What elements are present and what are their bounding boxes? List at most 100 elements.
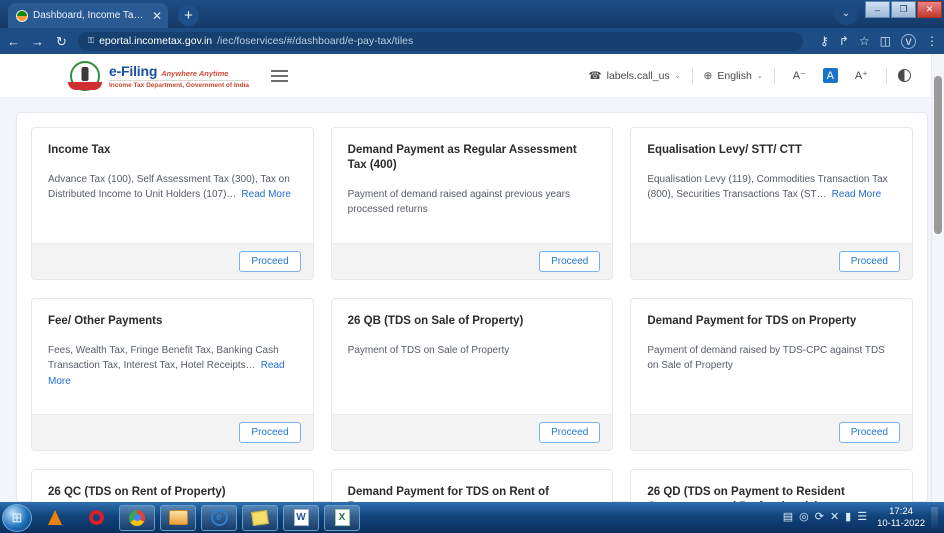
new-tab-button[interactable]: + bbox=[178, 5, 199, 26]
payment-tile-body: Demand Payment as Regular Assessment Tax… bbox=[332, 128, 613, 243]
payment-tile[interactable]: Fee/ Other Payments Fees, Wealth Tax, Fri… bbox=[31, 298, 314, 451]
payment-tile-title: 26 QB (TDS on Sale of Property) bbox=[347, 315, 524, 327]
site-logo[interactable]: e-Filing Anywhere Anytime Income Tax Dep… bbox=[68, 60, 250, 91]
url-host: eportal.incometax.gov.in bbox=[99, 35, 213, 47]
taskbar-item-internet-explorer[interactable]: e bbox=[201, 504, 237, 531]
taskbar-item-word[interactable]: W bbox=[283, 504, 319, 531]
sticky-note-icon bbox=[251, 509, 269, 526]
payment-tile-body: 26 QC (TDS on Rent of Property) bbox=[32, 470, 313, 502]
chevron-down-icon: ⌄ bbox=[756, 72, 763, 80]
close-window-button[interactable]: ✕ bbox=[917, 1, 942, 18]
address-input[interactable]: ⚿ eportal.incometax.gov.in/iec/foservice… bbox=[78, 31, 804, 51]
tray-icon-signal[interactable]: ☰ bbox=[857, 512, 867, 523]
maximize-button[interactable]: ❐ bbox=[891, 1, 916, 18]
language-menu[interactable]: ⊕ English ⌄ bbox=[693, 70, 774, 82]
tray-icon-volume-muted[interactable]: ✕ bbox=[830, 512, 839, 523]
payment-tile[interactable]: Income Tax Advance Tax (100), Self Assess… bbox=[31, 127, 314, 280]
payment-tile-description-text: Payment of TDS on Sale of Property bbox=[347, 344, 510, 356]
scrollbar-thumb[interactable] bbox=[934, 76, 942, 234]
proceed-button[interactable]: Proceed bbox=[239, 422, 301, 443]
tray-icon-shield[interactable]: ◎ bbox=[799, 512, 809, 523]
browser-titlebar: Dashboard, Income Tax Portal, G ✕ + ⌄ – … bbox=[0, 0, 944, 28]
taskbar-item-opera[interactable] bbox=[78, 505, 114, 531]
read-more-link[interactable]: Read More bbox=[241, 189, 290, 200]
taskbar-item-excel[interactable]: X bbox=[324, 504, 360, 531]
payment-tile-description: Equalisation Levy (119), Commodities Tra… bbox=[647, 172, 896, 203]
payment-tile-footer: Proceed bbox=[32, 243, 313, 279]
font-increase-button[interactable]: A⁺ bbox=[848, 69, 875, 82]
key-icon[interactable]: ⚷ bbox=[820, 35, 829, 47]
payment-tile-title: Equalisation Levy/ STT/ CTT bbox=[647, 144, 802, 156]
start-button[interactable]: ⊞ bbox=[2, 503, 32, 532]
site-header: e-Filing Anywhere Anytime Income Tax Dep… bbox=[0, 54, 944, 98]
font-decrease-button[interactable]: A⁻ bbox=[786, 69, 813, 82]
payment-tile[interactable]: 26 QC (TDS on Rent of Property)Proceed bbox=[31, 469, 314, 502]
payment-tile-footer: Proceed bbox=[331, 414, 613, 450]
taskbar-clock[interactable]: 17:24 10-11-2022 bbox=[873, 506, 925, 530]
page-scrollbar[interactable] bbox=[931, 54, 944, 502]
payment-tile[interactable]: Demand Payment as Regular Assessment Tax… bbox=[330, 127, 614, 280]
taskbar-item-file-explorer[interactable] bbox=[160, 504, 196, 531]
proceed-button[interactable]: Proceed bbox=[539, 422, 601, 443]
tab-close-icon[interactable]: ✕ bbox=[152, 10, 162, 22]
payment-tile-title: Demand Payment for TDS on Rent of Proper… bbox=[347, 486, 549, 502]
contrast-toggle[interactable] bbox=[887, 69, 922, 82]
payment-tile[interactable]: Demand Payment for TDS on Property Paymen… bbox=[630, 298, 913, 451]
contrast-icon bbox=[898, 69, 911, 82]
proceed-button[interactable]: Proceed bbox=[539, 251, 601, 272]
system-tray: ▤ ◎ ⟳ ✕ ▮ ☰ 17:24 10-11-2022 bbox=[783, 506, 944, 530]
share-icon[interactable]: ↱ bbox=[839, 35, 849, 47]
call-us-menu[interactable]: ☎ labels.call_us ⌄ bbox=[578, 70, 692, 82]
forward-icon[interactable]: → bbox=[30, 35, 45, 48]
browser-tab[interactable]: Dashboard, Income Tax Portal, G ✕ bbox=[8, 3, 168, 28]
payment-tile-body: Income Tax Advance Tax (100), Self Assess… bbox=[32, 128, 313, 243]
site-header-actions: ☎ labels.call_us ⌄ ⊕ English ⌄ A⁻ A A⁺ bbox=[578, 67, 922, 84]
payment-tile-title: 26 QC (TDS on Rent of Property) bbox=[48, 486, 226, 498]
tray-icon-sync[interactable]: ⟳ bbox=[815, 512, 824, 523]
proceed-button[interactable]: Proceed bbox=[838, 251, 900, 272]
minimize-button[interactable]: – bbox=[865, 1, 890, 18]
profile-avatar[interactable]: v bbox=[901, 33, 916, 49]
vlc-icon bbox=[48, 510, 62, 525]
payment-tile-body: 26 QB (TDS on Sale of Property) Payment o… bbox=[332, 299, 613, 414]
taskbar-item-vlc[interactable] bbox=[37, 505, 73, 531]
payment-tile-description: Payment of demand raised against previou… bbox=[348, 187, 597, 218]
payment-tile[interactable]: Equalisation Levy/ STT/ CTT Equalisation … bbox=[630, 127, 913, 280]
payment-tile[interactable]: 26 QB (TDS on Sale of Property) Payment o… bbox=[330, 298, 614, 451]
chevron-down-icon[interactable]: ⌄ bbox=[834, 1, 858, 25]
bookmark-star-icon[interactable]: ☆ bbox=[859, 35, 870, 47]
payment-tile-footer: Proceed bbox=[631, 243, 912, 279]
proceed-button[interactable]: Proceed bbox=[239, 251, 301, 272]
tiles-panel: Income Tax Advance Tax (100), Self Assess… bbox=[16, 112, 928, 502]
brand-title: e-Filing bbox=[109, 62, 158, 79]
taskbar-item-sticky-notes[interactable] bbox=[242, 504, 278, 531]
tab-favicon-icon bbox=[16, 9, 28, 22]
proceed-button[interactable]: Proceed bbox=[838, 422, 900, 443]
font-normal-button[interactable]: A bbox=[822, 68, 838, 83]
payment-tile-footer: Proceed bbox=[631, 414, 912, 450]
lock-icon: ⚿ bbox=[88, 36, 95, 45]
payment-tile-title: Income Tax bbox=[48, 144, 111, 156]
payment-tile[interactable]: 26 QD (TDS on Payment to Resident Contra… bbox=[630, 469, 913, 502]
side-panel-icon[interactable]: ◫ bbox=[880, 35, 891, 47]
tray-icon-app[interactable]: ▤ bbox=[783, 512, 793, 523]
payment-tile-title: Demand Payment as Regular Assessment Tax… bbox=[347, 144, 577, 171]
taskbar-item-chrome[interactable] bbox=[119, 504, 155, 531]
payment-tile-footer: Proceed bbox=[331, 243, 613, 279]
payment-tile-title: 26 QD (TDS on Payment to Resident Contra… bbox=[647, 486, 845, 502]
reload-icon[interactable]: ↻ bbox=[54, 35, 69, 48]
hamburger-menu-icon[interactable] bbox=[271, 69, 289, 82]
back-icon[interactable]: ← bbox=[6, 35, 21, 48]
language-label: English bbox=[717, 69, 752, 82]
browser-menu-icon[interactable]: ⋮ bbox=[926, 35, 938, 47]
payment-tile-title: Fee/ Other Payments bbox=[48, 315, 163, 327]
font-size-controls: A⁻ A A⁺ bbox=[775, 68, 886, 83]
show-desktop-button[interactable] bbox=[931, 506, 938, 529]
phone-icon: ☎ bbox=[588, 69, 602, 82]
payment-tile[interactable]: Demand Payment for TDS on Rent of Proper… bbox=[330, 469, 614, 502]
page-viewport: e-Filing Anywhere Anytime Income Tax Dep… bbox=[0, 54, 944, 502]
read-more-link[interactable]: Read More bbox=[832, 189, 881, 200]
tray-icon-network[interactable]: ▮ bbox=[845, 512, 851, 523]
globe-icon: ⊕ bbox=[703, 69, 713, 82]
excel-icon: X bbox=[334, 509, 350, 526]
